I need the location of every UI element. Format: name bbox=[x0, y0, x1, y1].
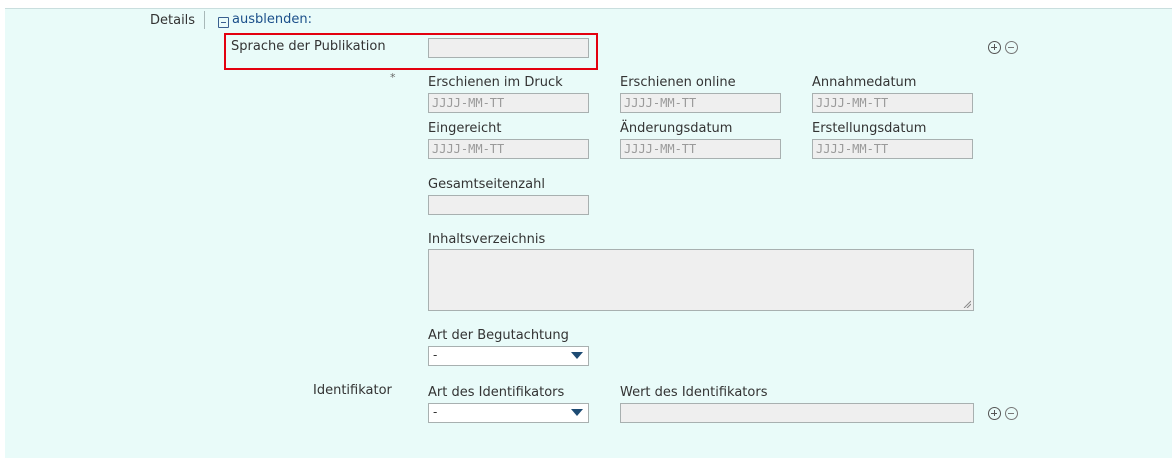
caret-down-icon bbox=[571, 409, 583, 416]
review-type-label: Art der Begutachtung bbox=[428, 328, 569, 343]
circle-plus-icon[interactable] bbox=[988, 41, 1001, 54]
toc-label: Inhaltsverzeichnis bbox=[428, 232, 546, 247]
identifier-section-label: Identifikator bbox=[313, 383, 392, 398]
language-label: Sprache der Publikation bbox=[231, 39, 386, 54]
created-date-input[interactable] bbox=[812, 139, 973, 159]
online-date-input[interactable] bbox=[620, 93, 781, 113]
circle-minus-icon[interactable] bbox=[1005, 407, 1018, 420]
submitted-date-input[interactable] bbox=[428, 139, 589, 159]
details-label: Details bbox=[150, 13, 196, 28]
details-panel: Details ausblenden: Sprache der Publikat… bbox=[5, 8, 1172, 458]
caret-down-icon bbox=[571, 352, 583, 359]
circle-plus-icon[interactable] bbox=[988, 407, 1001, 420]
identifier-type-label: Art des Identifikators bbox=[428, 385, 565, 400]
total-pages-input[interactable] bbox=[428, 195, 589, 215]
acceptance-date-label: Annahmedatum bbox=[812, 75, 917, 90]
hide-details-link[interactable]: ausblenden: bbox=[232, 12, 312, 27]
divider bbox=[204, 11, 205, 29]
printed-date-label: Erschienen im Druck bbox=[428, 75, 563, 90]
square-minus-icon[interactable] bbox=[218, 17, 229, 28]
identifier-type-value: - bbox=[433, 405, 438, 419]
created-date-label: Erstellungsdatum bbox=[812, 121, 927, 136]
resize-handle-icon[interactable] bbox=[963, 300, 971, 308]
modified-date-label: Änderungsdatum bbox=[620, 121, 733, 136]
identifier-value-label: Wert des Identifikators bbox=[620, 385, 768, 400]
modified-date-input[interactable] bbox=[620, 139, 781, 159]
review-type-value: - bbox=[433, 348, 438, 362]
review-type-select[interactable]: - bbox=[428, 346, 589, 366]
circle-minus-icon[interactable] bbox=[1005, 41, 1018, 54]
printed-date-input[interactable] bbox=[428, 93, 589, 113]
toc-textarea[interactable] bbox=[428, 249, 974, 311]
online-date-label: Erschienen online bbox=[620, 75, 736, 90]
top-strip bbox=[0, 0, 1172, 8]
identifier-type-select[interactable]: - bbox=[428, 403, 589, 423]
required-marker: * bbox=[390, 71, 396, 84]
total-pages-label: Gesamtseitenzahl bbox=[428, 177, 545, 192]
language-input[interactable] bbox=[428, 38, 589, 58]
acceptance-date-input[interactable] bbox=[812, 93, 973, 113]
submitted-date-label: Eingereicht bbox=[428, 121, 502, 136]
identifier-value-input[interactable] bbox=[620, 403, 974, 423]
